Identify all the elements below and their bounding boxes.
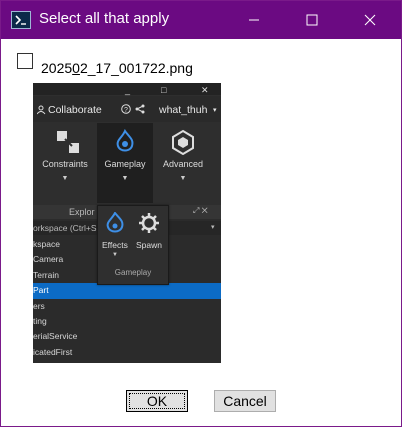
effects-label: Effects bbox=[102, 240, 128, 250]
help-icon: ? bbox=[121, 104, 131, 114]
share-icon bbox=[135, 104, 145, 114]
dialog-window: Select all that apply 202502_17_001722.p… bbox=[0, 0, 402, 427]
list-item: erialService bbox=[33, 331, 78, 342]
user-chevron-icon: ▾ bbox=[213, 107, 217, 114]
file-name-label: 202502_17_001722.png bbox=[41, 60, 193, 76]
preview-toolbar: Collaborate ? what_thuh ▾ bbox=[33, 96, 221, 122]
list-item: ers bbox=[33, 300, 45, 311]
image-preview: _ □ ✕ Collaborate ? what_thuh ▾ Constrai… bbox=[33, 83, 221, 363]
ok-button[interactable]: OK bbox=[126, 390, 188, 412]
spawn-label: Spawn bbox=[136, 240, 162, 250]
list-item: icatedStorage bbox=[33, 360, 221, 363]
cancel-button[interactable]: Cancel bbox=[214, 390, 276, 412]
spawn-icon bbox=[139, 213, 159, 233]
ribbon-gameplay: Gameplay ▼ bbox=[97, 123, 153, 203]
maximize-button[interactable] bbox=[289, 1, 335, 39]
svg-text:?: ? bbox=[124, 107, 128, 114]
advanced-icon bbox=[172, 129, 194, 155]
effects-icon bbox=[106, 212, 124, 233]
powershell-icon bbox=[11, 11, 31, 29]
ribbon-constraints: Constraints ▼ bbox=[37, 123, 93, 203]
effects-dropdown-icon: ▼ bbox=[112, 252, 118, 258]
collaborate-icon bbox=[37, 105, 46, 115]
popup-category-label: Gameplay bbox=[114, 268, 152, 277]
constraints-icon bbox=[57, 131, 79, 153]
close-button[interactable] bbox=[347, 1, 393, 39]
title-bar[interactable]: Select all that apply bbox=[1, 1, 401, 39]
gameplay-icon bbox=[116, 129, 134, 152]
minimize-icon bbox=[249, 19, 259, 21]
gameplay-popup: Effects Spawn ▼ Gameplay bbox=[97, 205, 169, 285]
preview-ribbon: Constraints ▼ Gameplay ▼ Advanced ▼ bbox=[33, 123, 221, 203]
window-title: Select all that apply bbox=[39, 10, 170, 27]
username-label: what_thuh bbox=[159, 104, 208, 116]
close-icon bbox=[364, 14, 376, 26]
file-checkbox[interactable] bbox=[17, 53, 33, 69]
collaborate-label: Collaborate bbox=[48, 104, 102, 116]
list-item: ting bbox=[33, 315, 47, 326]
list-item: Part bbox=[33, 283, 221, 299]
list-item: icatedFirst bbox=[33, 346, 73, 357]
minimize-button[interactable] bbox=[231, 1, 277, 39]
maximize-icon bbox=[306, 14, 318, 26]
preview-topbar: _ □ ✕ bbox=[33, 83, 221, 95]
ribbon-advanced: Advanced ▼ bbox=[155, 123, 211, 203]
